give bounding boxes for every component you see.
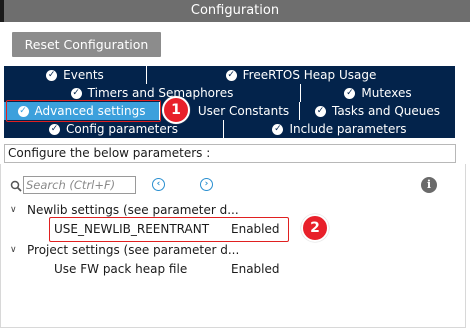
check-circle-icon: ✓: [225, 69, 237, 81]
param-value[interactable]: Enabled: [231, 260, 280, 278]
tree-group-project[interactable]: ∨ Project settings (see parameter d...: [0, 241, 466, 259]
search-input[interactable]: [23, 176, 136, 194]
param-name: Use FW pack heap file: [54, 262, 188, 276]
title-bar-edge: [0, 0, 4, 22]
tab-label: Include parameters: [289, 122, 407, 136]
chevron-down-icon[interactable]: ∨: [10, 201, 20, 219]
check-circle-icon: ✓: [70, 87, 82, 99]
title-bar: Configuration: [0, 0, 470, 22]
tree-param-row[interactable]: Use FW pack heap file Enabled: [0, 260, 466, 278]
annotation-highlight-advanced-settings: [6, 100, 161, 122]
reset-configuration-button[interactable]: Reset Configuration: [12, 32, 161, 57]
parameters-hint: Configure the below parameters :: [4, 144, 456, 163]
check-circle-icon: ✓: [46, 69, 58, 81]
search-icon: [10, 180, 22, 192]
tab-tasks-and-queues[interactable]: ✓ Tasks and Queues: [300, 102, 456, 120]
tab-freertos-heap-usage[interactable]: ✓ FreeRTOS Heap Usage: [147, 66, 456, 84]
check-circle-icon: ✓: [272, 123, 284, 135]
chevron-down-icon[interactable]: ∨: [10, 241, 20, 259]
info-icon[interactable]: i: [421, 177, 437, 193]
tab-events[interactable]: ✓ Events: [4, 66, 147, 84]
tab-config-parameters[interactable]: ✓ Config parameters: [4, 120, 224, 138]
check-circle-icon: ✓: [344, 87, 356, 99]
chevron-right-circle-icon[interactable]: ›: [200, 178, 213, 191]
check-circle-icon: ✓: [314, 105, 326, 117]
tab-label: Tasks and Queues: [331, 104, 441, 118]
tab-label: Mutexes: [361, 86, 412, 100]
tab-mutexes[interactable]: ✓ Mutexes: [301, 84, 456, 102]
chevron-left-circle-icon[interactable]: ‹: [152, 178, 165, 191]
annotation-highlight-use-newlib-reentrant: [49, 217, 289, 242]
window-title: Configuration: [190, 3, 280, 18]
tab-label: Config parameters: [66, 122, 178, 136]
check-circle-icon: ✓: [49, 123, 61, 135]
annotation-badge-1: 1: [162, 96, 190, 124]
tab-label: User Constants: [197, 104, 290, 118]
annotation-badge-2: 2: [301, 214, 329, 242]
tab-label: Events: [63, 68, 104, 82]
tab-include-parameters[interactable]: ✓ Include parameters: [224, 120, 456, 138]
group-label: Project settings (see parameter d...: [27, 243, 240, 257]
tab-label: FreeRTOS Heap Usage: [242, 68, 377, 82]
